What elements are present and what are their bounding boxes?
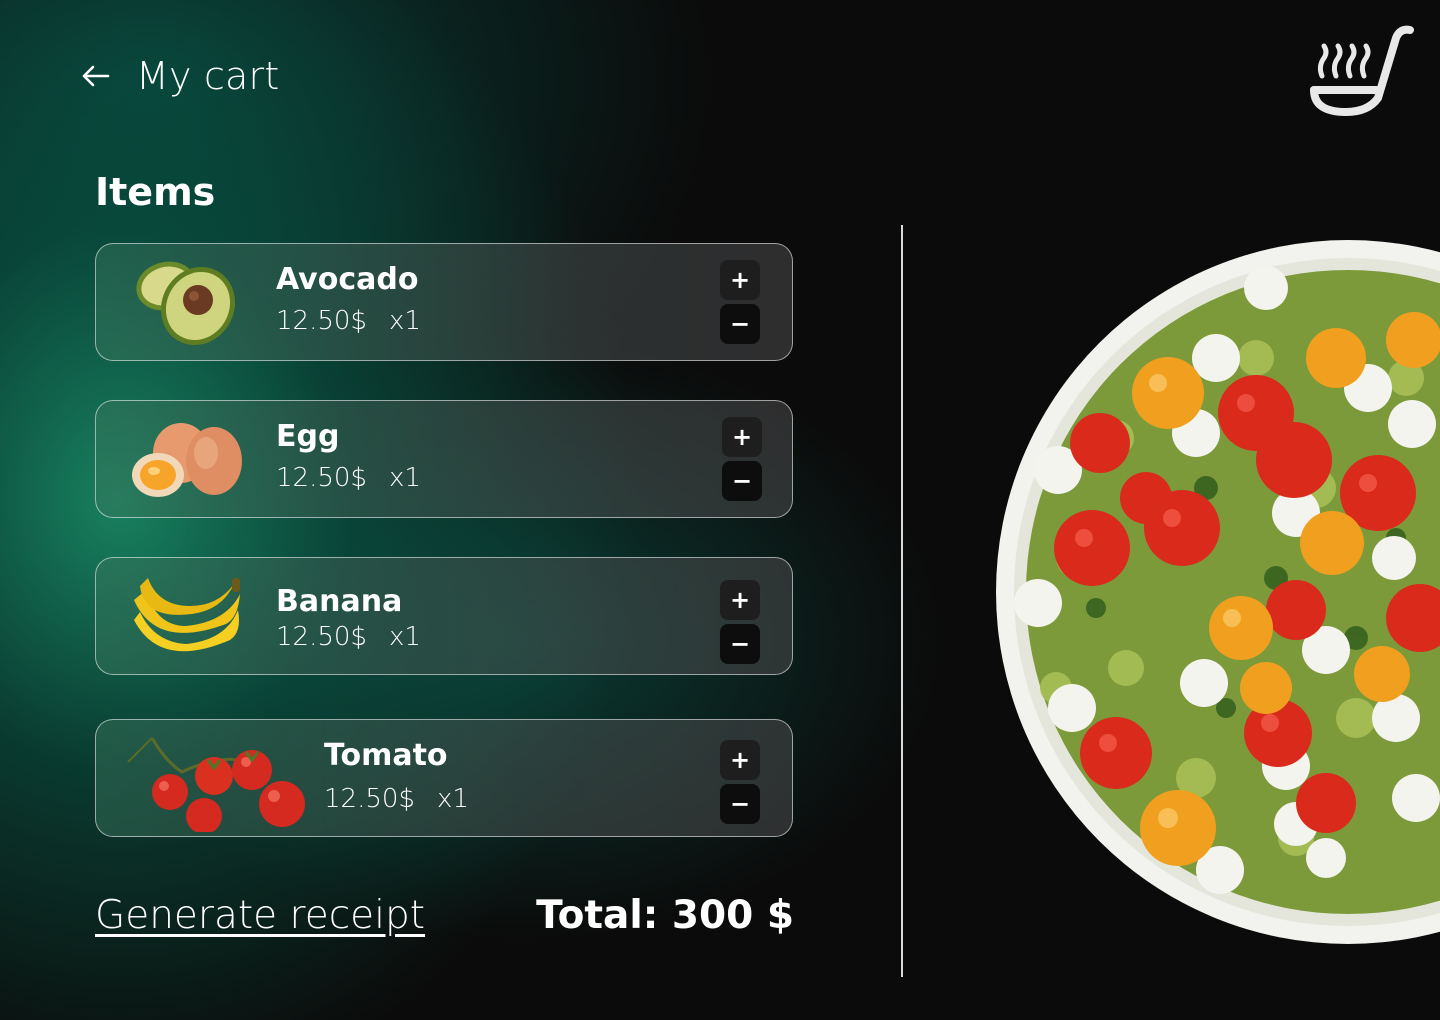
increment-button[interactable]: + <box>720 260 760 300</box>
decrement-button[interactable]: − <box>720 304 760 344</box>
back-arrow-icon[interactable] <box>78 59 112 93</box>
item-price: 12.50$ <box>276 463 367 493</box>
item-name: Banana <box>276 584 403 619</box>
ladle-logo-icon <box>1306 20 1416 120</box>
egg-image <box>126 413 246 507</box>
items-heading: Items <box>95 170 216 214</box>
item-name: Avocado <box>276 262 419 297</box>
cart-item-banana: Banana 12.50$ x1 + − <box>95 557 793 675</box>
cart-item-egg: Egg 12.50$ x1 + − <box>95 400 793 518</box>
decrement-button[interactable]: − <box>720 624 760 664</box>
cart-item-tomato: Tomato 12.50$ x1 + − <box>95 719 793 837</box>
salad-bowl-image <box>996 238 1440 946</box>
item-name: Tomato <box>324 738 448 773</box>
item-price: 12.50$ <box>276 306 367 336</box>
decrement-button[interactable]: − <box>720 784 760 824</box>
cart-item-avocado: Avocado 12.50$ x1 + − <box>95 243 793 361</box>
item-price: 12.50$ <box>276 622 367 652</box>
decrement-button[interactable]: − <box>722 461 762 501</box>
vertical-divider <box>901 225 903 977</box>
avocado-image <box>126 256 246 350</box>
item-price-row: 12.50$ x1 <box>276 622 421 652</box>
increment-button[interactable]: + <box>722 417 762 457</box>
increment-button[interactable]: + <box>720 740 760 780</box>
item-quantity: x1 <box>436 784 469 814</box>
item-quantity: x1 <box>388 622 421 652</box>
increment-button[interactable]: + <box>720 580 760 620</box>
generate-receipt-link[interactable]: Generate receipt <box>95 893 425 938</box>
item-quantity: x1 <box>388 306 421 336</box>
tomato-image <box>122 732 312 834</box>
item-price-row: 12.50$ x1 <box>276 463 421 493</box>
page-title: My cart <box>136 54 280 98</box>
cart-total: Total: 300 $ <box>536 893 794 938</box>
item-price: 12.50$ <box>324 784 415 814</box>
item-price-row: 12.50$ x1 <box>324 784 469 814</box>
item-quantity: x1 <box>388 463 421 493</box>
item-price-row: 12.50$ x1 <box>276 306 421 336</box>
banana-image <box>126 570 246 664</box>
header: My cart <box>78 54 279 98</box>
item-name: Egg <box>276 419 340 454</box>
